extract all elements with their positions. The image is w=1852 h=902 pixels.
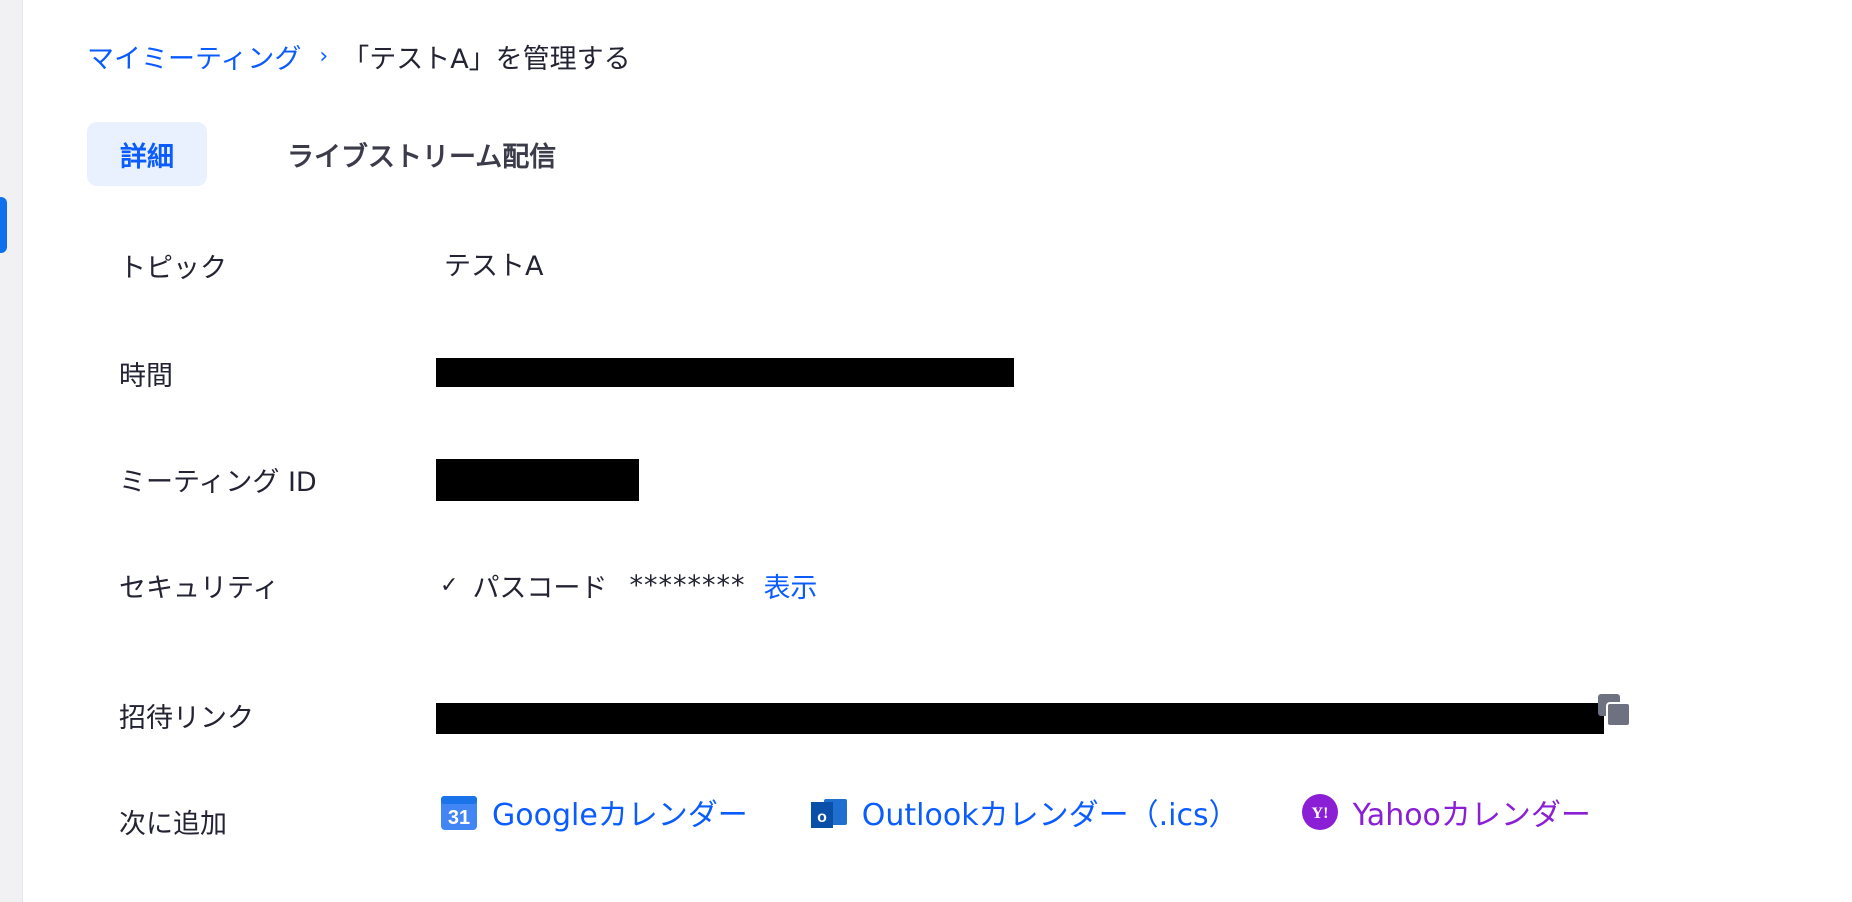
outlook-calendar-label: Outlookカレンダー（.ics） xyxy=(861,798,1239,833)
passcode-masked-value: ******** xyxy=(629,570,746,601)
tab-livestream[interactable]: ライブストリーム配信 xyxy=(287,122,556,186)
breadcrumb: マイミーティング › 「テストA」を管理する xyxy=(87,36,631,76)
tab-bar: 詳細 ライブストリーム配信 xyxy=(87,122,556,186)
svg-text:31: 31 xyxy=(448,807,470,829)
meeting-id-label: ミーティング ID xyxy=(119,467,317,498)
checkmark-icon: ✓ xyxy=(440,573,459,598)
google-calendar-link[interactable]: 31 Googleカレンダー xyxy=(440,790,748,834)
security-passcode: ✓ パスコード ******** 表示 xyxy=(440,566,817,605)
yahoo-icon: Y! xyxy=(1301,794,1338,830)
passcode-label: パスコード xyxy=(472,573,608,604)
yahoo-calendar-label: Yahooカレンダー xyxy=(1352,798,1591,833)
calendar-links: 31 Googleカレンダー o Outlookカレンダー（.ics） Y! Y… xyxy=(440,790,1591,834)
copy-icon[interactable] xyxy=(1596,692,1632,728)
breadcrumb-my-meetings-link[interactable]: マイミーティング xyxy=(87,37,301,76)
invite-link-value-redacted xyxy=(436,703,1604,734)
yahoo-calendar-link[interactable]: Y! Yahooカレンダー xyxy=(1301,790,1591,834)
outlook-icon: o xyxy=(810,799,847,828)
invite-link-label: 招待リンク xyxy=(119,703,254,734)
google-calendar-icon: 31 xyxy=(441,796,477,830)
rail-active-indicator xyxy=(0,197,7,253)
time-value-redacted xyxy=(436,358,1014,387)
tab-details[interactable]: 詳細 xyxy=(87,122,207,186)
left-navigation-rail xyxy=(0,0,23,902)
show-passcode-link[interactable]: 表示 xyxy=(763,566,817,605)
outlook-calendar-link[interactable]: o Outlookカレンダー（.ics） xyxy=(810,790,1239,834)
breadcrumb-current-page: 「テストA」を管理する xyxy=(342,43,631,75)
meeting-id-value-redacted xyxy=(436,459,639,501)
security-label: セキュリティ xyxy=(119,573,280,604)
time-label: 時間 xyxy=(119,361,173,392)
svg-text:Y!: Y! xyxy=(1311,805,1328,822)
topic-value: テストA xyxy=(444,251,544,282)
chevron-right-icon: › xyxy=(319,43,329,69)
svg-text:o: o xyxy=(817,809,827,826)
google-calendar-label: Googleカレンダー xyxy=(492,798,748,833)
topic-label: トピック xyxy=(119,253,227,284)
add-to-label: 次に追加 xyxy=(119,809,227,840)
